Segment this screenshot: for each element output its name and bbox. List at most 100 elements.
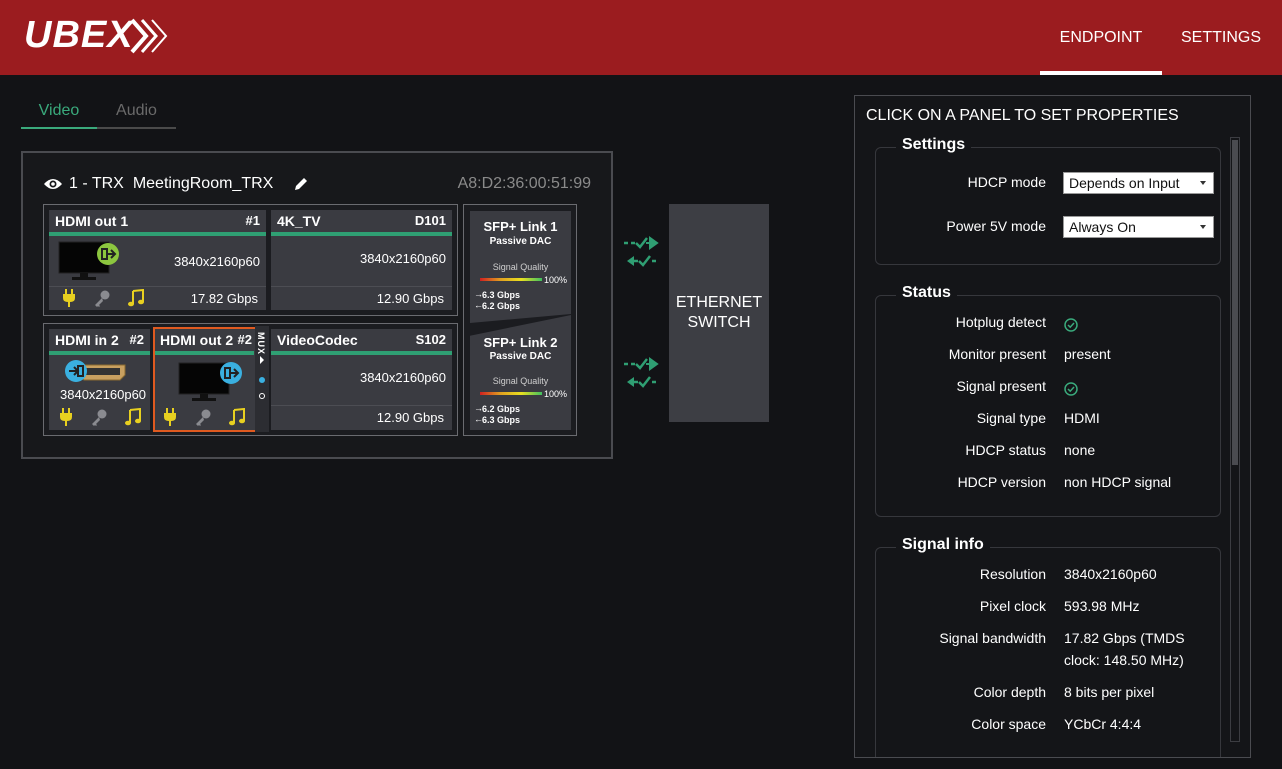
device-index: 1 - TRX <box>69 175 124 192</box>
status-bar <box>155 351 254 355</box>
signal-quality-bar <box>480 278 542 281</box>
output-icon <box>97 243 119 265</box>
chevron-down-icon <box>1200 225 1206 229</box>
row-value: 3840x2160p60 <box>1064 566 1157 582</box>
card-icons <box>162 407 262 431</box>
section-title: Status <box>896 284 957 302</box>
switch-label-line-2: SWITCH <box>687 314 751 331</box>
sfp-link-2[interactable]: SFP+ Link 2 Passive DAC Signal Quality 1… <box>470 315 571 430</box>
output-icon <box>220 362 242 384</box>
row-value: 8 bits per pixel <box>1064 684 1155 700</box>
divider <box>271 286 452 287</box>
check-circle-icon <box>1064 382 1078 396</box>
card-port-number: #2 <box>237 332 252 347</box>
eye-icon[interactable] <box>43 177 63 191</box>
logo-chevrons-icon <box>130 18 168 54</box>
nav-endpoint[interactable]: ENDPOINT <box>1040 0 1162 75</box>
card-title: HDMI out 1 <box>55 213 129 229</box>
card-bandwidth: 12.90 Gbps <box>376 410 444 425</box>
row-value-continued: clock: 148.50 MHz) <box>1064 652 1184 668</box>
card-title: HDMI out 2 <box>160 332 234 348</box>
chevron-down-icon <box>1200 181 1206 185</box>
key-icon <box>93 289 111 312</box>
select-value: Depends on Input <box>1069 175 1180 191</box>
card-port-number: D101 <box>414 213 446 228</box>
row-value: none <box>1064 442 1096 458</box>
sfp-link-1[interactable]: SFP+ Link 1 Passive DAC Signal Quality 1… <box>470 211 571 323</box>
card-resolution: 3840x2160p60 <box>60 387 147 402</box>
tab-video[interactable]: Video <box>21 100 97 129</box>
music-icon <box>228 407 246 431</box>
nav-settings[interactable]: SETTINGS <box>1170 0 1272 75</box>
row-label: Signal present <box>956 378 1046 394</box>
status-bar <box>271 232 452 236</box>
sfp-tx-speed: 6.3 Gbps <box>482 290 521 300</box>
top-bar: UBEX ENDPOINT SETTINGS <box>0 0 1282 75</box>
ethernet-switch[interactable]: ETHERNET SWITCH <box>669 204 769 422</box>
signal-info-section: Signal info Resolution 3840x2160p60 Pixe… <box>875 536 1221 757</box>
row-label: Hotplug detect <box>955 314 1046 330</box>
sfp-rx-speed: 6.2 Gbps <box>482 301 521 311</box>
properties-panel: CLICK ON A PANEL TO SET PROPERTIES Setti… <box>854 95 1251 758</box>
signal-quality-label: Signal Quality <box>492 376 549 386</box>
status-section: Status Hotplug detect Monitor present pr… <box>875 284 1221 517</box>
hdcp-mode-select[interactable]: Depends on Input <box>1063 172 1214 194</box>
mux-selector[interactable]: MUX <box>255 326 269 432</box>
sfp-title: SFP+ Link 1 <box>483 219 558 234</box>
status-bar <box>49 351 150 355</box>
mux-indicator-icon <box>259 356 265 399</box>
select-value: Always On <box>1069 219 1136 235</box>
sfp-type: Passive DAC <box>489 236 552 247</box>
signal-quality-label: Signal Quality <box>492 262 549 272</box>
row-label: Monitor present <box>948 346 1046 362</box>
device-mac-address: A8:D2:36:00:51:99 <box>457 175 591 192</box>
sfp-links: SFP+ Link 1 Passive DAC Signal Quality 1… <box>463 204 577 436</box>
device-name: MeetingRoom_TRX <box>132 175 274 192</box>
music-icon <box>124 407 142 431</box>
row-label: Power 5V mode <box>946 218 1046 234</box>
nav-active-indicator <box>1040 71 1162 75</box>
row-value: HDMI <box>1064 410 1100 426</box>
sfp-tx-speed: 6.2 Gbps <box>482 404 521 414</box>
card-icons <box>58 407 158 431</box>
row-label: Resolution <box>979 566 1046 582</box>
card-resolution: 3840x2160p60 <box>359 251 446 266</box>
sfp-type: Passive DAC <box>489 351 552 362</box>
status-bar <box>49 232 266 236</box>
music-icon <box>127 288 145 312</box>
card-resolution: 3840x2160p60 <box>359 370 446 385</box>
card-port-number: #2 <box>129 332 144 347</box>
card-port-number: S102 <box>415 332 446 347</box>
row-label: Color depth <box>973 684 1046 700</box>
switch-label-line-1: ETHERNET <box>675 294 763 311</box>
panel-scrollbar[interactable] <box>1230 137 1240 742</box>
row-value: 17.82 Gbps (TMDS <box>1064 630 1185 646</box>
signal-quality-value: 100% <box>543 275 567 285</box>
row-value: present <box>1064 346 1111 362</box>
row-label: Color space <box>971 716 1046 732</box>
scrollbar-thumb[interactable] <box>1232 140 1238 465</box>
card-hdmi-in-2[interactable]: HDMI in 2 #2 3840x2160p60 <box>49 329 150 430</box>
power-5v-select[interactable]: Always On <box>1063 216 1214 238</box>
tab-audio[interactable]: Audio <box>97 100 176 129</box>
power-plug-icon <box>162 408 178 431</box>
link-2-status-arrows-icon <box>624 357 659 388</box>
card-videocodec[interactable]: VideoCodec S102 3840x2160p60 12.90 Gbps <box>271 329 452 430</box>
card-hdmi-out-1[interactable]: HDMI out 1 #1 3840x2160p60 17.82 Gbps <box>49 210 266 310</box>
card-4k-tv[interactable]: 4K_TV D101 3840x2160p60 12.90 Gbps <box>271 210 452 310</box>
divider <box>49 286 266 287</box>
settings-section: Settings HDCP mode Depends on Input Powe… <box>875 136 1221 265</box>
card-hdmi-out-2[interactable]: HDMI out 2 #2 <box>153 327 268 432</box>
divider <box>271 405 452 406</box>
row-value: YCbCr 4:4:4 <box>1064 716 1142 732</box>
card-bandwidth: 12.90 Gbps <box>376 291 444 306</box>
key-icon <box>90 408 108 431</box>
sfp-title: SFP+ Link 2 <box>483 335 558 350</box>
row-label: HDCP status <box>965 442 1046 458</box>
sfp-rx-speed: 6.3 Gbps <box>482 415 521 425</box>
signal-quality-value: 100% <box>543 389 567 399</box>
panel-title: CLICK ON A PANEL TO SET PROPERTIES <box>866 107 1179 124</box>
input-icon <box>65 360 87 382</box>
mux-label: MUX <box>256 332 266 355</box>
pencil-icon[interactable] <box>293 176 309 192</box>
